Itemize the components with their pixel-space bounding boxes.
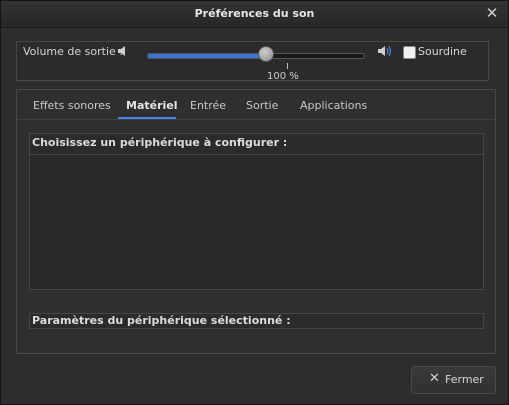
speaker-low-icon bbox=[116, 44, 130, 61]
window-title: Préférences du son bbox=[194, 7, 315, 20]
window-close-icon[interactable]: ✕ bbox=[485, 6, 499, 21]
mute-label[interactable]: Sourdine bbox=[418, 45, 467, 58]
preferences-notebook: Effets sonores Matériel Entrée Sortie Ap… bbox=[16, 89, 496, 354]
tab-sound-effects[interactable]: Effets sonores bbox=[33, 99, 111, 112]
volume-marker-label: 100 % bbox=[267, 71, 299, 82]
volume-100-marker bbox=[287, 63, 289, 69]
sound-preferences-window: Préférences du son ✕ Volume de sortie : … bbox=[0, 0, 509, 405]
device-list[interactable] bbox=[30, 154, 483, 289]
output-volume-panel: Volume de sortie : 100 % Sourdine bbox=[16, 41, 489, 82]
tab-bar: Effets sonores Matériel Entrée Sortie Ap… bbox=[17, 90, 495, 119]
device-settings-frame: Paramètres du périphérique sélectionné : bbox=[29, 313, 484, 329]
tab-hardware[interactable]: Matériel bbox=[126, 99, 178, 112]
close-button[interactable]: ✕ Fermer bbox=[411, 366, 496, 394]
close-button-label: Fermer bbox=[445, 373, 484, 386]
volume-slider-handle[interactable] bbox=[257, 46, 274, 62]
title-bar[interactable]: Préférences du son ✕ bbox=[1, 1, 508, 28]
output-volume-label: Volume de sortie : bbox=[23, 45, 123, 58]
device-settings-title: Paramètres du périphérique sélectionné : bbox=[32, 314, 291, 327]
mute-checkbox[interactable] bbox=[403, 46, 416, 59]
device-chooser-title: Choisissez un périphérique à configurer … bbox=[32, 136, 288, 149]
volume-slider-fill bbox=[148, 54, 267, 58]
tab-applications[interactable]: Applications bbox=[300, 99, 367, 112]
tab-input[interactable]: Entrée bbox=[190, 99, 226, 112]
device-chooser-frame: Choisissez un périphérique à configurer … bbox=[29, 133, 484, 290]
volume-slider[interactable] bbox=[147, 53, 365, 59]
tab-output[interactable]: Sortie bbox=[246, 99, 278, 112]
hardware-tab-page: Choisissez un périphérique à configurer … bbox=[17, 119, 495, 354]
close-icon: ✕ bbox=[429, 371, 440, 386]
speaker-high-icon bbox=[377, 44, 395, 61]
